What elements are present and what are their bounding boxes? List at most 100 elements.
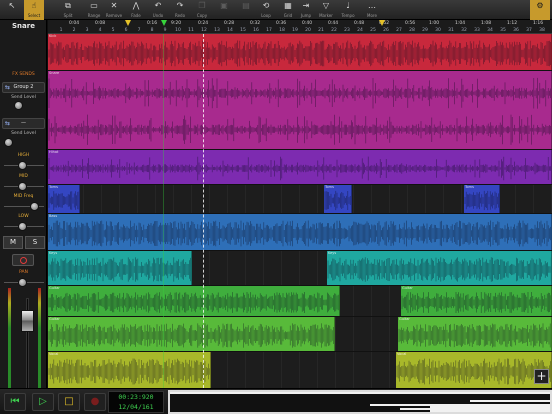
audio-clip[interactable]: Kick [48,34,552,70]
overview-viewport[interactable] [168,390,552,414]
timeline-marker[interactable] [379,20,385,26]
pan-knob[interactable] [18,278,27,287]
ruler-bar-number: 35 [500,28,506,33]
timeline-marker[interactable] [161,20,167,26]
audio-clip[interactable]: Vocal [48,352,211,388]
audio-clip[interactable]: Guitar [401,286,552,316]
waveform [48,323,334,348]
waveform [398,323,551,348]
send-slot-2[interactable]: ⇆ — [2,118,45,129]
timeline-ruler[interactable]: 0:04 0:08 0:16 9:20 0:24 0:28 0:32 0:36 0:40 0:44… [48,20,552,34]
track-lane[interactable]: Snare [48,71,552,149]
waveform [464,190,499,211]
marker-button[interactable]: ▽ Marker [316,0,336,20]
select-tool-button[interactable]: ☝ Select [24,0,44,20]
waveform [48,220,551,247]
audio-clip[interactable]: Toms [48,185,80,213]
audio-clip[interactable]: Guitar [48,286,340,316]
audio-clip[interactable]: Bass [48,214,552,250]
go-to-start-button[interactable]: ⏮ [4,393,26,411]
send-2-level-knob[interactable] [4,138,13,147]
record-arm-button[interactable] [12,254,34,266]
playhead[interactable] [203,34,204,388]
redo-button[interactable]: ↷ Redo [170,0,190,20]
marker-icon: ▽ [322,1,330,10]
paste-button[interactable]: ▣ [214,0,234,20]
send-slot-1[interactable]: ⇆ Group 2 [2,82,45,93]
ruler-time-label: 1:16 [532,21,544,26]
track-lane[interactable]: Toms Toms Toms [48,185,552,213]
time-display: 00:23:920 12/04/161 [108,391,164,413]
audio-clip[interactable]: Toms [464,185,500,213]
ruler-bar-number: 7 [137,28,141,33]
range-icon: ▭ [90,1,98,10]
fade-icon: ⋀ [132,1,140,10]
waveform [48,77,551,145]
grid-button[interactable]: ▦ Grid [278,0,298,20]
track-area[interactable]: Kick Snare Hihat Toms Toms Toms Bass Keys Keys Gu… [48,34,552,388]
audio-clip[interactable]: Keys [48,251,192,285]
waveform [48,257,191,282]
record-button[interactable]: ● [84,393,106,411]
audio-clip[interactable]: Vocal [396,352,552,388]
more-button[interactable]: … More [362,0,382,20]
stop-button[interactable]: □ [58,393,80,411]
ruler-bar-number: 37 [526,28,532,33]
audio-clip[interactable]: Keys [327,251,552,285]
fx-sends-label: FX SENDS [12,72,35,77]
song-overview[interactable] [168,390,552,414]
ruler-bar-number: 26 [383,28,389,33]
eq-mid-freq-knob[interactable] [30,202,39,211]
ruler-bar-number: 23 [344,28,350,33]
ruler-bar-number: 25 [370,28,376,33]
loop-icon: ⟲ [262,1,270,10]
track-lane[interactable]: Keys Keys [48,251,552,285]
eq-high-knob[interactable] [18,161,27,170]
audio-clip[interactable]: Snare [48,71,552,149]
mute-button[interactable]: M [3,236,23,249]
solo-button[interactable]: S [25,236,45,249]
transport-bar: ⏮ ▷ □ ● 00:23:920 12/04/161 [0,388,552,414]
timeline-marker[interactable] [125,20,131,26]
send-icon: ⇆ [5,84,11,91]
track-lane[interactable]: Kick [48,34,552,70]
ruler-bar-number: 32 [461,28,467,33]
play-button[interactable]: ▷ [32,393,54,411]
eq-low-knob[interactable] [18,222,27,231]
ruler-bar-number: 11 [188,28,194,33]
tempo-button[interactable]: ♩ Tempo [338,0,358,20]
waveform [48,156,551,181]
main-toolbar: ↖ ☝ Select ⧉ Split ▭ Range ✕ Remove ⋀ Fade ↶ U… [0,0,552,20]
eq-low-label: LOW [18,214,29,219]
audio-clip[interactable]: Guitar [48,317,335,351]
audio-clip[interactable]: Guitar [398,317,552,351]
cut-button[interactable]: ▤ [236,0,256,20]
ruler-bar-number: 17 [266,28,272,33]
eq-mid-knob[interactable] [18,182,27,191]
track-lane[interactable]: Hihat [48,150,552,184]
settings-button[interactable]: ⚙ [530,0,550,20]
fade-button[interactable]: ⋀ Fade [126,0,146,20]
split-tool-button[interactable]: ⧉ Split [58,0,78,20]
track-lane[interactable]: Vocal Vocal [48,352,552,388]
ruler-bar-number: 9 [163,28,167,33]
audio-clip[interactable]: Hihat [48,150,552,184]
track-lane[interactable]: Bass [48,214,552,250]
remove-button[interactable]: ✕ Remove [104,0,124,20]
waveform [48,292,339,313]
loop-button[interactable]: ⟲ Loop [256,0,276,20]
track-lane[interactable]: Guitar Guitar [48,317,552,351]
undo-button[interactable]: ↶ Undo [148,0,168,20]
range-tool-button[interactable]: ▭ Range [84,0,104,20]
copy-button[interactable]: ❐ Copy [192,0,212,20]
pointer-tool-button[interactable]: ↖ [2,0,22,20]
remove-icon: ✕ [110,1,118,10]
audio-clip[interactable]: Toms [324,185,352,213]
track-lane[interactable]: Guitar Guitar [48,286,552,316]
send-1-level-knob[interactable] [14,101,23,110]
jump-button[interactable]: ⇥ Jump [296,0,316,20]
volume-fader-handle[interactable] [21,310,34,332]
ruler-bar-number: 36 [513,28,519,33]
ruler-time-label: 0:16 [146,21,158,26]
add-track-button[interactable]: + [534,369,549,384]
